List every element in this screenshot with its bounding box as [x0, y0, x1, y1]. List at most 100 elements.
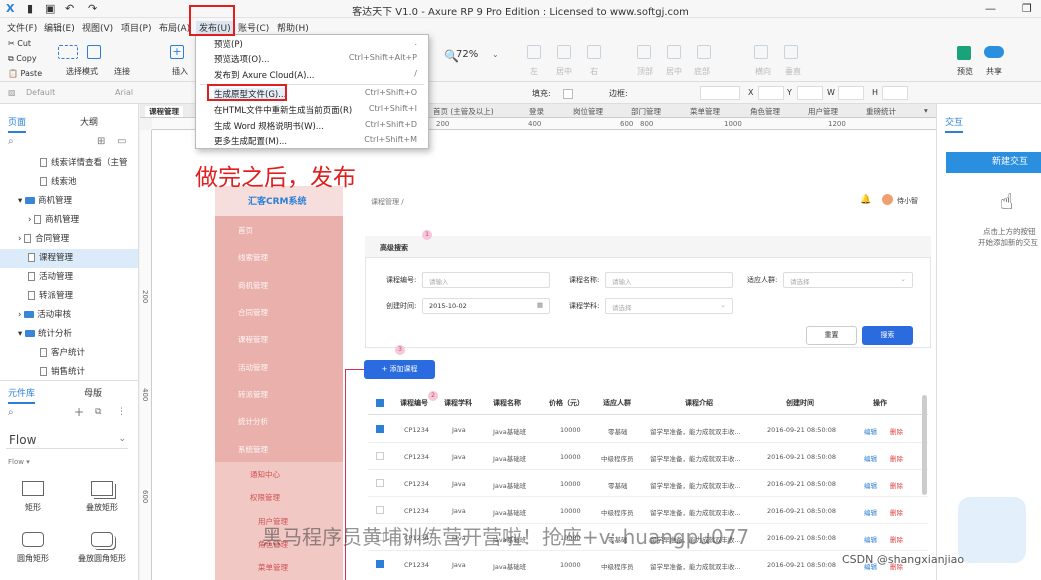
share-icon[interactable]: [984, 46, 1004, 58]
tree-page[interactable]: 活动管理: [0, 268, 138, 287]
menu-item-word-spec[interactable]: 生成 Word 规格说明书(W)...: [214, 120, 324, 132]
tab-interactions[interactable]: 交互: [945, 115, 964, 133]
table-scrollbar[interactable]: [922, 395, 927, 495]
proto-nav-item[interactable]: 商机管理: [238, 280, 268, 291]
tree-page[interactable]: 线索详情查看（主管: [0, 154, 138, 173]
menu-account[interactable]: 账号(C): [238, 21, 269, 34]
menu-project[interactable]: 项目(P): [121, 21, 151, 34]
insert-icon[interactable]: +: [170, 45, 184, 59]
library-select[interactable]: Flow ⌄: [6, 431, 128, 449]
tab-page[interactable]: 登录: [529, 106, 544, 117]
connect-icon[interactable]: [87, 45, 101, 59]
minimize-icon[interactable]: —: [985, 2, 996, 15]
lib-rectangle[interactable]: 矩形: [3, 481, 63, 513]
proto-nav-item[interactable]: 菜单管理: [258, 562, 288, 573]
tab-page[interactable]: 首页 (主管及以上): [433, 106, 494, 117]
subject-select[interactable]: 请选择 ⌄: [605, 298, 733, 314]
table-row[interactable]: CP1234 Java Java基础班 10000 零基础 留学早准备，能力成就双丰收..…: [368, 416, 928, 443]
select-all-checkbox[interactable]: [376, 399, 384, 407]
tab-library[interactable]: 元件库: [8, 386, 36, 404]
tab-page[interactable]: 重磅统计: [866, 106, 896, 117]
tab-page[interactable]: 菜单管理: [690, 106, 720, 117]
table-row[interactable]: CP1234 Java Java基础班 10000 零基础 留学早准备，能力成就双丰收..…: [368, 470, 928, 497]
proto-nav-item[interactable]: 通知中心: [250, 469, 280, 480]
menu-help[interactable]: 帮助(H): [277, 21, 309, 34]
tab-masters[interactable]: 母版: [84, 386, 102, 399]
proto-nav-item[interactable]: 系统管理: [238, 444, 268, 455]
restore-icon[interactable]: ❐: [1022, 2, 1032, 15]
add-folder-icon[interactable]: ▭: [117, 136, 126, 147]
menu-item-preview-options[interactable]: 预览选项(O)...: [214, 53, 269, 65]
menu-item-more-config[interactable]: 更多生成配置(M)...: [214, 135, 287, 147]
zoom-chevron-icon[interactable]: ⌄: [492, 50, 499, 59]
menu-view[interactable]: 视图(V): [82, 21, 113, 34]
tab-page[interactable]: 部门管理: [631, 106, 661, 117]
h-input[interactable]: [882, 86, 908, 100]
menu-edit[interactable]: 编辑(E): [44, 21, 75, 34]
tree-folder[interactable]: ▾ 商机管理: [0, 192, 138, 211]
new-interaction-button[interactable]: 新建交互: [946, 152, 1041, 173]
menu-item-preview[interactable]: 预览(P): [214, 38, 243, 50]
tab-page-active[interactable]: 课程管理: [145, 106, 183, 117]
proto-nav-item[interactable]: 活动管理: [238, 362, 268, 373]
tree-folder[interactable]: › 合同管理: [0, 230, 138, 249]
course-code-input[interactable]: 请输入: [422, 272, 550, 288]
proto-nav-item[interactable]: 首页: [238, 225, 253, 236]
add-course-button[interactable]: + 添加课程: [364, 360, 435, 379]
tree-folder[interactable]: › 商机管理: [0, 211, 138, 230]
table-row[interactable]: CP1234 Java Java基础班 10000 中级程序员 留学早准备，能力成就双丰收…: [368, 443, 928, 470]
copy-button[interactable]: ⧉ Copy: [8, 54, 37, 64]
font-select[interactable]: Arial: [115, 88, 133, 97]
w-input[interactable]: [838, 86, 864, 100]
library-menu-icon[interactable]: ⋮: [117, 407, 126, 417]
lib-rounded-rectangle[interactable]: 圆角矩形: [3, 532, 63, 564]
search-icon[interactable]: ⌕: [8, 136, 14, 147]
tab-pages[interactable]: 页面: [8, 115, 27, 133]
paste-button[interactable]: 📋 Paste: [8, 69, 42, 78]
tree-page[interactable]: 转派管理: [0, 287, 138, 306]
add-library-icon[interactable]: +: [74, 405, 84, 419]
library-search-icon[interactable]: ⌕: [8, 407, 14, 418]
tab-page[interactable]: 角色管理: [750, 106, 780, 117]
zoom-level[interactable]: 72%: [456, 49, 478, 60]
preview-icon[interactable]: [957, 46, 971, 60]
menu-layout[interactable]: 布局(A): [159, 21, 190, 34]
border-width-input[interactable]: [700, 86, 740, 100]
menu-item-publish-cloud[interactable]: 发布到 Axure Cloud(A)...: [214, 69, 315, 81]
proto-nav-item[interactable]: 权限管理: [250, 492, 280, 503]
reset-button[interactable]: 重置: [806, 326, 857, 345]
search-button[interactable]: 搜索: [862, 326, 913, 345]
y-input[interactable]: [797, 86, 823, 100]
proto-nav-item[interactable]: 线索管理: [238, 252, 268, 263]
tree-folder[interactable]: › 活动审核: [0, 306, 138, 325]
lib-stacked-rectangle[interactable]: 叠放矩形: [72, 481, 132, 513]
audience-select[interactable]: 请选择 ⌄: [783, 272, 913, 288]
proto-nav-item[interactable]: 课程管理: [238, 334, 268, 345]
library-copy-icon[interactable]: ⧉: [95, 407, 101, 417]
table-row[interactable]: CP1234 Java Java基础班 10000 中级程序员 留学早准备，能力成就双丰收…: [368, 497, 928, 524]
tree-page[interactable]: 客户统计: [0, 344, 138, 363]
tree-folder[interactable]: ▾ 统计分析: [0, 325, 138, 344]
menu-item-regenerate-page[interactable]: 在HTML文件中重新生成当前页面(R): [214, 104, 352, 116]
add-page-icon[interactable]: ⊞: [97, 136, 105, 147]
style-select[interactable]: Default: [26, 88, 55, 97]
bell-icon[interactable]: 🔔: [860, 195, 871, 205]
date-input[interactable]: 2015-10-02 ▦: [422, 298, 550, 314]
proto-nav-item[interactable]: 转派管理: [238, 389, 268, 400]
tab-outline[interactable]: 大纲: [80, 115, 98, 128]
select-mode-icon[interactable]: [58, 45, 78, 59]
tab-page[interactable]: 岗位管理: [573, 106, 603, 117]
tree-page[interactable]: 线索池: [0, 173, 138, 192]
cut-button[interactable]: ✂ Cut: [8, 39, 31, 48]
tabs-overflow-icon[interactable]: ▾: [924, 106, 928, 115]
proto-nav-item[interactable]: 统计分析: [238, 416, 268, 427]
tree-page-selected[interactable]: 课程管理: [0, 249, 138, 268]
menu-file[interactable]: 文件(F): [7, 21, 37, 34]
proto-nav-item[interactable]: 合同管理: [238, 307, 268, 318]
course-name-input[interactable]: 请输入: [605, 272, 733, 288]
avatar[interactable]: [882, 194, 893, 205]
x-input[interactable]: [758, 86, 784, 100]
tab-page[interactable]: 用户管理: [808, 106, 838, 117]
lib-stacked-rounded-rectangle[interactable]: 叠放圆角矩形: [72, 532, 132, 564]
fill-color-swatch[interactable]: [563, 89, 573, 99]
